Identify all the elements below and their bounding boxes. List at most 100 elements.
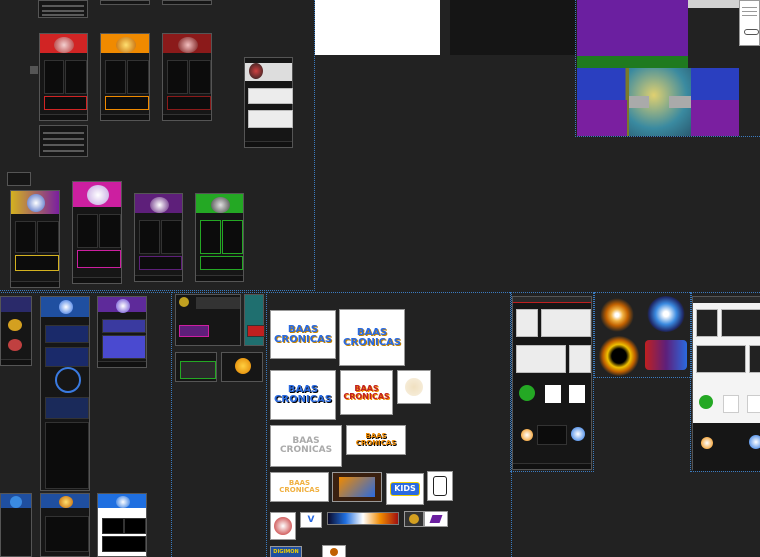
character-icon <box>409 514 419 524</box>
logo-burst <box>59 496 73 508</box>
logo-card-6[interactable]: BAAS CRONICAS <box>270 425 342 467</box>
swatch-blue-pattern[interactable] <box>577 68 739 136</box>
circle-logo <box>274 517 292 535</box>
top-bar <box>693 297 760 303</box>
character-art <box>178 37 198 53</box>
profile-page-darkred[interactable] <box>162 33 212 121</box>
small-icon-thumb[interactable] <box>30 66 38 74</box>
character-card <box>569 385 585 403</box>
v-badge: V <box>307 514 315 525</box>
white-canvas-frame[interactable] <box>315 0 440 55</box>
profile-page-magenta[interactable] <box>72 181 122 284</box>
shield-logo-icon[interactable] <box>647 296 685 332</box>
character-card <box>545 385 561 403</box>
character-art <box>249 63 263 79</box>
logo-card-5-faded[interactable] <box>397 370 431 404</box>
swatch-purple[interactable] <box>577 0 688 56</box>
logo-text: BAAS CRONICAS <box>274 384 332 405</box>
document-preview[interactable] <box>739 0 760 46</box>
orange-star-icon[interactable] <box>600 298 634 332</box>
page-thumb-top-1[interactable] <box>38 0 88 18</box>
profile-page-red[interactable] <box>39 33 88 121</box>
logo-text: BAAS CRONICAS <box>279 479 320 494</box>
logo-text: BAAS CRONICAS <box>279 436 333 455</box>
page-footer-strip[interactable] <box>39 125 88 157</box>
mockup-green-2[interactable] <box>221 352 263 382</box>
purple-bottom-left <box>577 100 627 136</box>
logo-card-sketch[interactable] <box>427 471 453 501</box>
mockup-teal[interactable] <box>244 294 265 346</box>
blue-page-5[interactable] <box>40 493 90 557</box>
layout-mockup-2[interactable] <box>692 296 760 471</box>
logo-card-2[interactable]: BAAS CRONICAS <box>339 309 405 366</box>
character-icon <box>519 385 535 401</box>
gray-inset-2 <box>669 96 691 108</box>
logo-card-circle[interactable] <box>270 512 296 540</box>
character-card <box>747 395 760 413</box>
character-icon <box>699 395 713 409</box>
logo-card-digimon[interactable]: DIGIMON <box>270 546 302 557</box>
logo-card-8[interactable]: BAAS CRONICAS <box>270 472 329 502</box>
digimon-label: DIGIMON <box>273 549 299 555</box>
profile-page-gray[interactable] <box>244 57 293 148</box>
character-art <box>150 197 169 213</box>
mockup-green-1[interactable] <box>175 352 217 382</box>
layout-mockup-1[interactable] <box>512 296 592 470</box>
logo-card-1[interactable]: BAAS CRONICAS <box>270 310 336 359</box>
logo-card-small-2[interactable] <box>424 511 448 527</box>
logo-card-v[interactable]: V <box>300 512 322 528</box>
blue-page-1[interactable] <box>0 296 32 366</box>
logo-card-9-pixel[interactable] <box>332 472 382 502</box>
gray-inset-1 <box>629 96 649 108</box>
character-art <box>87 185 109 205</box>
logo-card-7[interactable]: BAAS CRONICAS <box>346 425 406 455</box>
page-thumb-mini[interactable] <box>7 172 31 186</box>
avatar <box>179 297 189 307</box>
logo-card-3[interactable]: BAAS CRONICAS <box>270 370 336 420</box>
design-canvas[interactable]: BAAS CRONICAS BAAS CRONICAS BAAS CRONICA… <box>0 0 760 557</box>
logo-burst <box>10 496 22 508</box>
page-thumb-top-2[interactable] <box>100 0 150 5</box>
blue-page-6[interactable] <box>97 493 147 557</box>
logo-card-4[interactable]: BAAS CRONICAS <box>340 370 393 415</box>
sun-icon <box>235 358 251 374</box>
page-thumb-top-3[interactable] <box>162 0 212 5</box>
faded-logo <box>405 378 423 396</box>
logo-card-small-3[interactable] <box>322 545 346 557</box>
profile-page-purple[interactable] <box>134 193 183 282</box>
sketch-art <box>433 476 447 496</box>
logo-text: BAAS CRONICAS <box>274 323 332 345</box>
black-canvas-frame[interactable] <box>450 0 576 55</box>
profile-page-green[interactable] <box>195 193 244 282</box>
blue-page-4[interactable] <box>0 493 32 557</box>
gradient-bar[interactable] <box>327 512 399 525</box>
blue-page-3[interactable] <box>97 296 147 368</box>
pixel-art <box>339 477 375 497</box>
purple-bottom-right <box>691 100 739 136</box>
mockup-dark-1[interactable] <box>175 294 241 346</box>
profile-page-orange[interactable] <box>100 33 150 121</box>
profile-page-yellow-purple[interactable] <box>10 190 60 288</box>
logo-burst <box>59 300 73 314</box>
blue-page-2[interactable] <box>40 296 90 491</box>
logo-card-kids[interactable]: KIDS <box>386 473 424 505</box>
logo-text: BAAS CRONICAS <box>355 432 397 447</box>
logo-card-small-1[interactable] <box>404 511 424 527</box>
logo-text: BAAS CRONICAS <box>343 383 390 401</box>
character-art <box>54 37 74 53</box>
ring-icon <box>55 367 81 393</box>
black-sun-icon[interactable] <box>598 336 640 376</box>
purple-shape <box>429 515 443 523</box>
character-art <box>211 197 230 213</box>
logo-burst <box>116 299 130 313</box>
character-art <box>8 319 22 331</box>
character-art <box>27 194 45 212</box>
top-bar <box>513 297 591 303</box>
swatch-light[interactable] <box>688 0 740 8</box>
sun-icon <box>521 429 533 441</box>
swatch-green[interactable] <box>577 56 688 68</box>
character-group-icon[interactable] <box>645 340 687 370</box>
shield-icon <box>571 427 585 441</box>
character-icon <box>330 548 338 556</box>
kids-badge: KIDS <box>390 482 420 496</box>
